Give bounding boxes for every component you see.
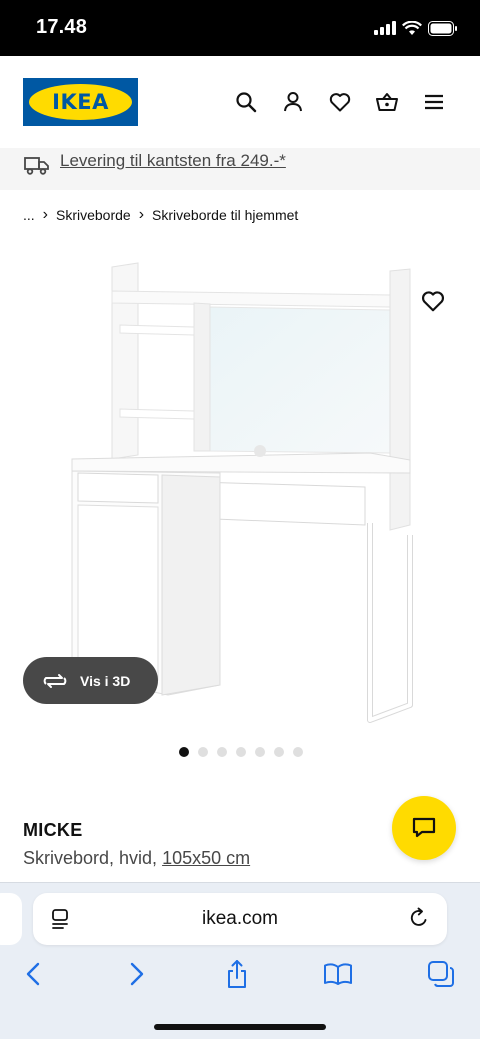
forward-button[interactable] xyxy=(121,958,153,990)
chat-icon xyxy=(412,817,436,838)
signal-icon xyxy=(374,21,396,35)
carousel-dot[interactable] xyxy=(217,747,227,757)
menu-icon[interactable] xyxy=(422,90,446,114)
view-3d-button[interactable]: Vis i 3D xyxy=(23,657,158,704)
breadcrumb: ... › Skriveborde › Skriveborde til hjem… xyxy=(23,206,298,224)
browser-nav xyxy=(0,958,480,994)
carousel-dot[interactable] xyxy=(198,747,208,757)
reload-icon[interactable] xyxy=(407,906,431,930)
logo-text: IKEA xyxy=(52,90,109,114)
previous-tab-preview[interactable] xyxy=(0,893,22,945)
carousel-dot[interactable] xyxy=(236,747,246,757)
chat-button[interactable] xyxy=(392,796,456,860)
carousel-dot[interactable] xyxy=(255,747,265,757)
carousel-dot-active[interactable] xyxy=(179,747,189,757)
bookmarks-button[interactable] xyxy=(322,958,354,990)
search-icon[interactable] xyxy=(234,90,258,114)
basket-icon[interactable] xyxy=(375,90,399,114)
product-description-text: Skrivebord, hvid, xyxy=(23,848,163,868)
breadcrumb-ellipsis[interactable]: ... xyxy=(23,207,35,223)
home-indicator[interactable] xyxy=(154,1024,326,1030)
product-size-link[interactable]: 105x50 cm xyxy=(162,848,250,868)
tabs-button[interactable] xyxy=(425,958,457,990)
bookmarks-icon xyxy=(324,963,352,985)
breadcrumb-item-skriveborde[interactable]: Skriveborde xyxy=(56,207,131,223)
product-name: MICKE xyxy=(23,820,83,840)
view-3d-label: Vis i 3D xyxy=(80,672,131,689)
header-actions xyxy=(234,90,446,114)
breadcrumb-item-skriveborde-til-hjemmet[interactable]: Skriveborde til hjemmet xyxy=(152,207,298,223)
site-header: IKEA xyxy=(0,56,480,148)
chevron-right-icon: › xyxy=(42,206,48,223)
chevron-right-icon: › xyxy=(138,206,145,223)
share-button[interactable] xyxy=(221,958,253,990)
back-icon xyxy=(26,962,40,986)
truck-icon xyxy=(24,157,49,175)
ikea-logo[interactable]: IKEA xyxy=(23,78,138,126)
delivery-link[interactable]: Levering til kantsten fra 249.-* xyxy=(60,151,286,171)
status-bar: 17.48 xyxy=(0,0,480,56)
tabs-icon xyxy=(428,961,454,987)
address-bar[interactable]: ikea.com xyxy=(33,893,447,945)
status-time: 17.48 xyxy=(36,16,88,38)
carousel-dot[interactable] xyxy=(293,747,303,757)
account-icon[interactable] xyxy=(281,90,305,114)
wifi-icon xyxy=(402,20,422,35)
delivery-banner[interactable]: Levering til kantsten fra 249.-* xyxy=(0,148,480,190)
back-button[interactable] xyxy=(17,958,49,990)
carousel-dot[interactable] xyxy=(274,747,284,757)
forward-icon xyxy=(130,962,144,986)
browser-toolbar: ikea.com xyxy=(0,882,480,1039)
rotate-3d-icon xyxy=(43,673,67,688)
battery-icon xyxy=(428,20,457,36)
status-icons xyxy=(374,18,458,38)
logo-oval: IKEA xyxy=(29,84,132,120)
heart-icon[interactable] xyxy=(328,90,352,114)
product-description: Skrivebord, hvid, 105x50 cm xyxy=(23,848,250,869)
url-text: ikea.com xyxy=(201,908,279,929)
share-icon xyxy=(228,960,246,988)
wishlist-heart-icon[interactable] xyxy=(420,288,446,314)
carousel-dots xyxy=(179,747,303,757)
